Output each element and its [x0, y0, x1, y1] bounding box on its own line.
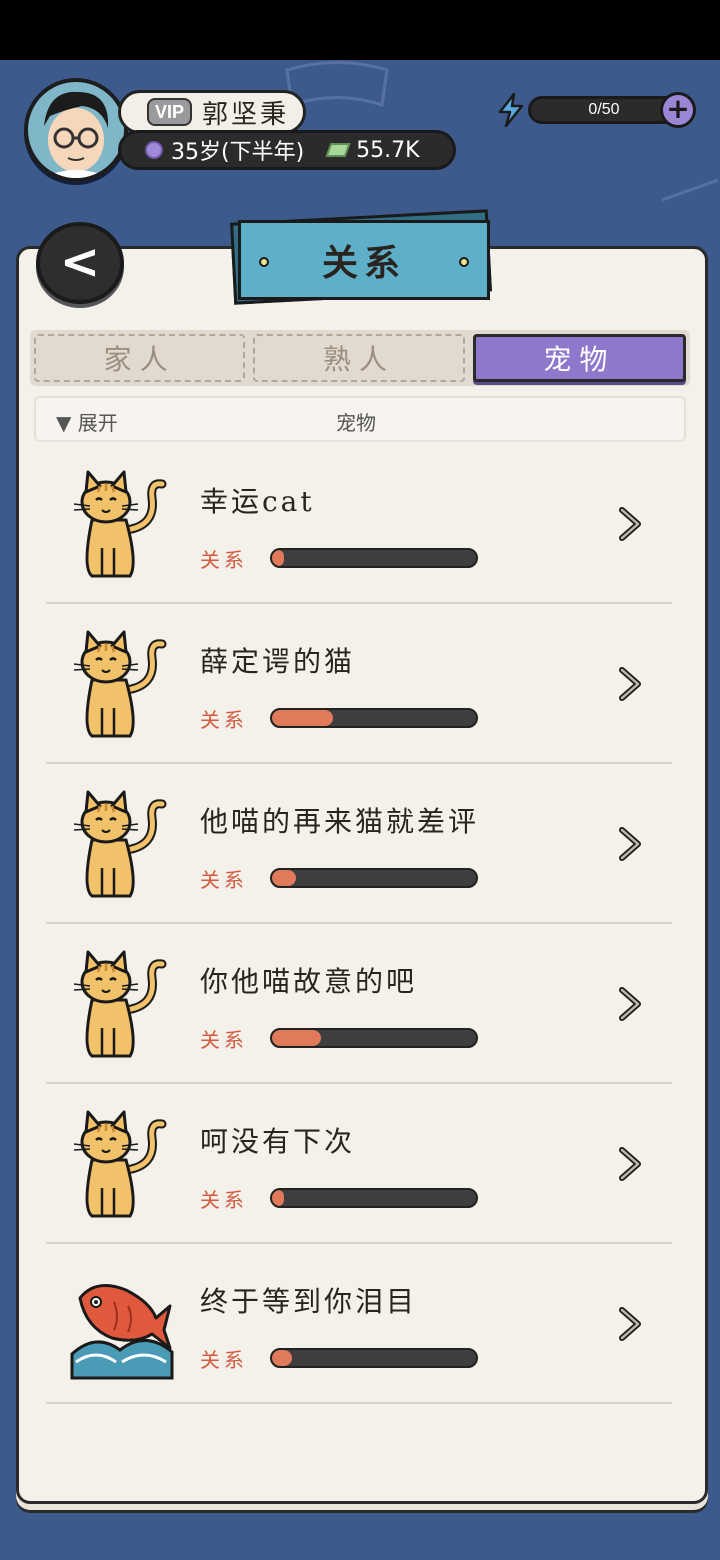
- relation-label: 关系: [200, 868, 248, 892]
- player-age: 35岁(下半年): [171, 140, 305, 165]
- status-bar: [0, 0, 720, 60]
- player-info-pill: 35岁(下半年) 55.7K: [118, 130, 456, 170]
- pet-list-item[interactable]: 呵没有下次 关系: [46, 1084, 672, 1244]
- filter-row[interactable]: ▼ 展开 宠物: [34, 396, 686, 442]
- relation-bar: [270, 868, 478, 888]
- pet-list-item[interactable]: 幸运cat 关系: [46, 444, 672, 604]
- chevron-right-icon[interactable]: [618, 1146, 642, 1182]
- cat-icon: [66, 468, 176, 580]
- cat-icon: [66, 788, 176, 900]
- relation-tabs: 家人 熟人 宠物: [30, 330, 690, 386]
- back-button[interactable]: <: [36, 222, 124, 304]
- energy-bolt-icon: [498, 92, 524, 128]
- avatar-portrait-icon: [28, 82, 124, 178]
- tab-acquaintance[interactable]: 熟人: [253, 334, 465, 382]
- chevron-right-icon[interactable]: [618, 506, 642, 542]
- tab-family[interactable]: 家人: [34, 334, 246, 382]
- koi-fish-icon: [66, 1268, 176, 1380]
- chevron-right-icon[interactable]: [618, 826, 642, 862]
- panel-title-banner: 关系: [238, 220, 490, 300]
- relation-bar: [270, 708, 478, 728]
- relation-bar-fill: [272, 1350, 293, 1366]
- pet-name: 幸运cat: [200, 485, 315, 518]
- pet-name: 呵没有下次: [200, 1125, 356, 1158]
- pet-name: 薛定谔的猫: [200, 645, 356, 678]
- pet-list-item[interactable]: 薛定谔的猫 关系: [46, 604, 672, 764]
- expand-toggle[interactable]: ▼ 展开: [56, 407, 118, 436]
- panel-title: 关系: [321, 242, 406, 284]
- cat-icon: [66, 1108, 176, 1220]
- relation-label: 关系: [200, 1028, 248, 1052]
- pet-name: 终于等到你泪目: [200, 1285, 418, 1318]
- relation-label: 关系: [200, 708, 248, 732]
- banner-pin-icon: [459, 257, 469, 267]
- player-money: 55.7K: [356, 137, 420, 163]
- relation-bar-fill: [272, 710, 334, 726]
- clock-icon: [145, 141, 163, 159]
- relation-bar-fill: [272, 1030, 321, 1046]
- pet-list-item[interactable]: 终于等到你泪目 关系: [46, 1244, 672, 1404]
- relation-label: 关系: [200, 548, 248, 572]
- relation-bar: [270, 1188, 478, 1208]
- banner-pin-icon: [259, 257, 269, 267]
- tab-pets[interactable]: 宠物: [472, 334, 686, 382]
- relation-bar-fill: [272, 550, 285, 566]
- relation-bar-fill: [272, 870, 297, 886]
- player-name-pill: VIP 郭坚秉: [118, 90, 306, 134]
- chevron-right-icon[interactable]: [618, 666, 642, 702]
- money-icon: [325, 143, 351, 157]
- pet-name: 他喵的再来猫就差评: [200, 805, 480, 838]
- relation-bar: [270, 1028, 478, 1048]
- relation-bar: [270, 548, 478, 568]
- energy-bar: 0/50: [528, 96, 680, 124]
- relation-bar-fill: [272, 1190, 285, 1206]
- player-name: 郭坚秉: [202, 99, 290, 130]
- add-energy-button[interactable]: +: [660, 92, 696, 128]
- vip-badge: VIP: [147, 98, 193, 126]
- player-avatar[interactable]: [24, 78, 128, 182]
- filter-category: 宠物: [336, 411, 376, 435]
- relation-bar: [270, 1348, 478, 1368]
- cat-icon: [66, 948, 176, 1060]
- relation-label: 关系: [200, 1348, 248, 1372]
- pet-list-item[interactable]: 他喵的再来猫就差评关系: [46, 764, 672, 924]
- pet-list-item[interactable]: 你他喵故意的吧 关系: [46, 924, 672, 1084]
- relation-label: 关系: [200, 1188, 248, 1212]
- background-doodle: [661, 178, 719, 202]
- pet-list: 幸运cat 关系 薛定谔的猫 关系 他喵的再来猫就差评 关系 你他喵故意的吧 关…: [46, 444, 672, 1404]
- chevron-right-icon[interactable]: [618, 1306, 642, 1342]
- cat-icon: [66, 628, 176, 740]
- chevron-right-icon[interactable]: [618, 986, 642, 1022]
- pet-name: 你他喵故意的吧: [200, 965, 418, 998]
